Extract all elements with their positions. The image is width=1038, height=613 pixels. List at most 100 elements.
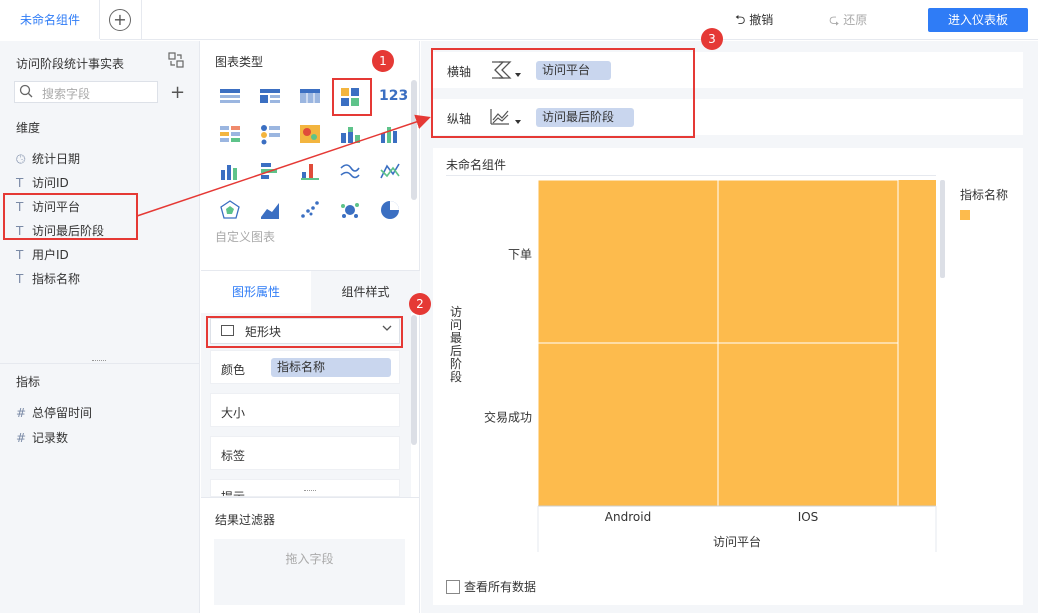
- undo-label: 撤销: [749, 13, 774, 27]
- y-axis-title-char: 段: [450, 369, 462, 384]
- y-tick-label: 下单: [508, 248, 532, 262]
- search-input[interactable]: 搜索字段: [14, 81, 158, 103]
- annotation-badge-1: 1: [372, 50, 394, 72]
- measure-item-total-stay[interactable]: # 总停留时间: [16, 404, 92, 422]
- hash-icon: #: [16, 406, 27, 420]
- chart-type-header: 图表类型: [215, 55, 264, 69]
- radar-chart-icon[interactable]: [219, 199, 241, 221]
- color-field-pill[interactable]: 指标名称: [271, 358, 391, 377]
- combo-bar-icon[interactable]: [299, 160, 321, 182]
- grouped-table-icon[interactable]: [259, 86, 281, 108]
- text-icon: T: [16, 248, 24, 262]
- search-icon: [19, 84, 33, 101]
- legend-scrollbar[interactable]: [940, 180, 945, 278]
- cross-table-icon[interactable]: [299, 86, 321, 108]
- chart-title: 未命名组件: [446, 158, 507, 172]
- tooltip-label: 提示: [221, 490, 246, 497]
- annotation-badge-2: 2: [409, 293, 431, 315]
- enter-dashboard-button[interactable]: 进入仪表板: [928, 8, 1028, 32]
- hash-icon: #: [16, 431, 27, 445]
- dimension-item-visit-id[interactable]: T 访问ID: [16, 174, 69, 192]
- y-axis-title-char: 后: [450, 344, 462, 358]
- undo-icon: ⮌: [735, 13, 746, 28]
- dimension-item-metric-name[interactable]: T 指标名称: [16, 270, 80, 288]
- color-label: 颜色: [221, 363, 246, 377]
- filter-drop-hint: 拖入字段: [285, 552, 334, 566]
- measure-item-record-count[interactable]: # 记录数: [16, 429, 68, 447]
- stacked-bar-icon[interactable]: [339, 123, 361, 145]
- dimension-item-user-id[interactable]: T 用户ID: [16, 246, 69, 264]
- kpi-list-icon[interactable]: [259, 123, 281, 145]
- scatter-chart-icon[interactable]: [299, 199, 321, 221]
- line-chart-icon[interactable]: [339, 160, 361, 182]
- search-placeholder: 搜索字段: [42, 87, 91, 101]
- heatmap-cell: [537, 342, 719, 507]
- filter-divider: [201, 497, 420, 498]
- y-axis-title-char: 最: [450, 331, 462, 345]
- add-field-button[interactable]: +: [170, 82, 185, 103]
- y-axis-title-char: 阶: [450, 357, 462, 371]
- map-heat-icon[interactable]: [299, 123, 321, 145]
- annotation-box-axes: [431, 48, 695, 138]
- add-tab-button[interactable]: +: [109, 9, 131, 31]
- heatmap-cell: [537, 179, 719, 344]
- area-chart-icon[interactable]: [259, 199, 281, 221]
- heatmap-cell: [717, 342, 899, 507]
- text-icon: T: [16, 176, 24, 190]
- clock-icon: 🕓︎: [16, 152, 26, 166]
- heatmap-chart: Android IOS 下单交易成功访问平台 访问最后阶段: [450, 179, 937, 552]
- x-tick-label: IOS: [798, 510, 819, 524]
- top-bar: [0, 0, 1038, 40]
- redo-button[interactable]: ⮎ 还原: [829, 11, 867, 33]
- y-axis-title-char: 问: [450, 318, 462, 332]
- annotation-box-fields: [3, 193, 138, 240]
- table-name: 访问阶段统计事实表: [16, 57, 125, 71]
- properties-scrollbar[interactable]: [411, 315, 417, 445]
- heatmap-cell: [717, 179, 899, 344]
- color-property-row[interactable]: 颜色 指标名称: [210, 350, 400, 384]
- annotation-box-shape: [206, 316, 403, 348]
- x-axis-title: 访问平台: [713, 534, 761, 549]
- filter-drop-zone[interactable]: 拖入字段: [214, 539, 405, 605]
- bar-chart-icon[interactable]: [379, 123, 401, 145]
- text-icon: T: [16, 272, 24, 286]
- tab-divider: [141, 0, 142, 40]
- label-property-row[interactable]: 标签: [210, 436, 400, 470]
- number-card-icon[interactable]: 123: [379, 88, 408, 104]
- multi-line-icon[interactable]: [379, 160, 401, 182]
- filter-header: 结果过滤器: [215, 513, 276, 527]
- legend-swatch: [960, 210, 970, 220]
- size-label: 大小: [221, 406, 246, 420]
- legend-title: 指标名称: [960, 188, 1009, 202]
- tab-graphic-properties[interactable]: 图形属性: [201, 271, 311, 313]
- pie-chart-icon[interactable]: [379, 199, 401, 221]
- bubble-chart-icon[interactable]: [339, 199, 361, 221]
- x-tick-label: Android: [605, 510, 651, 524]
- dimension-item-stat-date[interactable]: 🕓︎ 统计日期: [16, 150, 80, 168]
- y-tick-label: 交易成功: [484, 410, 532, 425]
- table-icon[interactable]: [219, 86, 241, 108]
- redo-label: 还原: [843, 13, 868, 27]
- annotation-badge-3: 3: [701, 28, 723, 50]
- column-chart-icon[interactable]: [219, 160, 241, 182]
- redo-icon: ⮎: [829, 13, 840, 28]
- resize-handle-filter[interactable]: [304, 490, 316, 493]
- y-axis-title-char: 访: [450, 305, 462, 319]
- dimension-header: 维度: [16, 121, 41, 135]
- undo-button[interactable]: ⮌ 撤销: [735, 11, 773, 33]
- switch-table-icon[interactable]: [168, 52, 184, 68]
- annotation-box-heatmap-type: [332, 78, 372, 116]
- tooltip-property-row[interactable]: 提示: [210, 479, 400, 497]
- chart-type-scrollbar[interactable]: [411, 80, 417, 200]
- tab-component-style[interactable]: 组件样式: [311, 271, 420, 313]
- view-all-label: 查看所有数据: [464, 580, 537, 594]
- size-property-row[interactable]: 大小: [210, 393, 400, 427]
- view-all-data-checkbox[interactable]: 查看所有数据: [446, 578, 536, 595]
- color-table-icon[interactable]: [219, 123, 241, 145]
- checkbox-box[interactable]: [446, 579, 460, 594]
- tab-unnamed-component[interactable]: 未命名组件: [0, 0, 100, 41]
- panel-divider: [0, 363, 200, 364]
- horizontal-bar-icon[interactable]: [259, 160, 281, 182]
- label-label: 标签: [221, 449, 246, 463]
- custom-chart-link[interactable]: 自定义图表: [215, 228, 275, 245]
